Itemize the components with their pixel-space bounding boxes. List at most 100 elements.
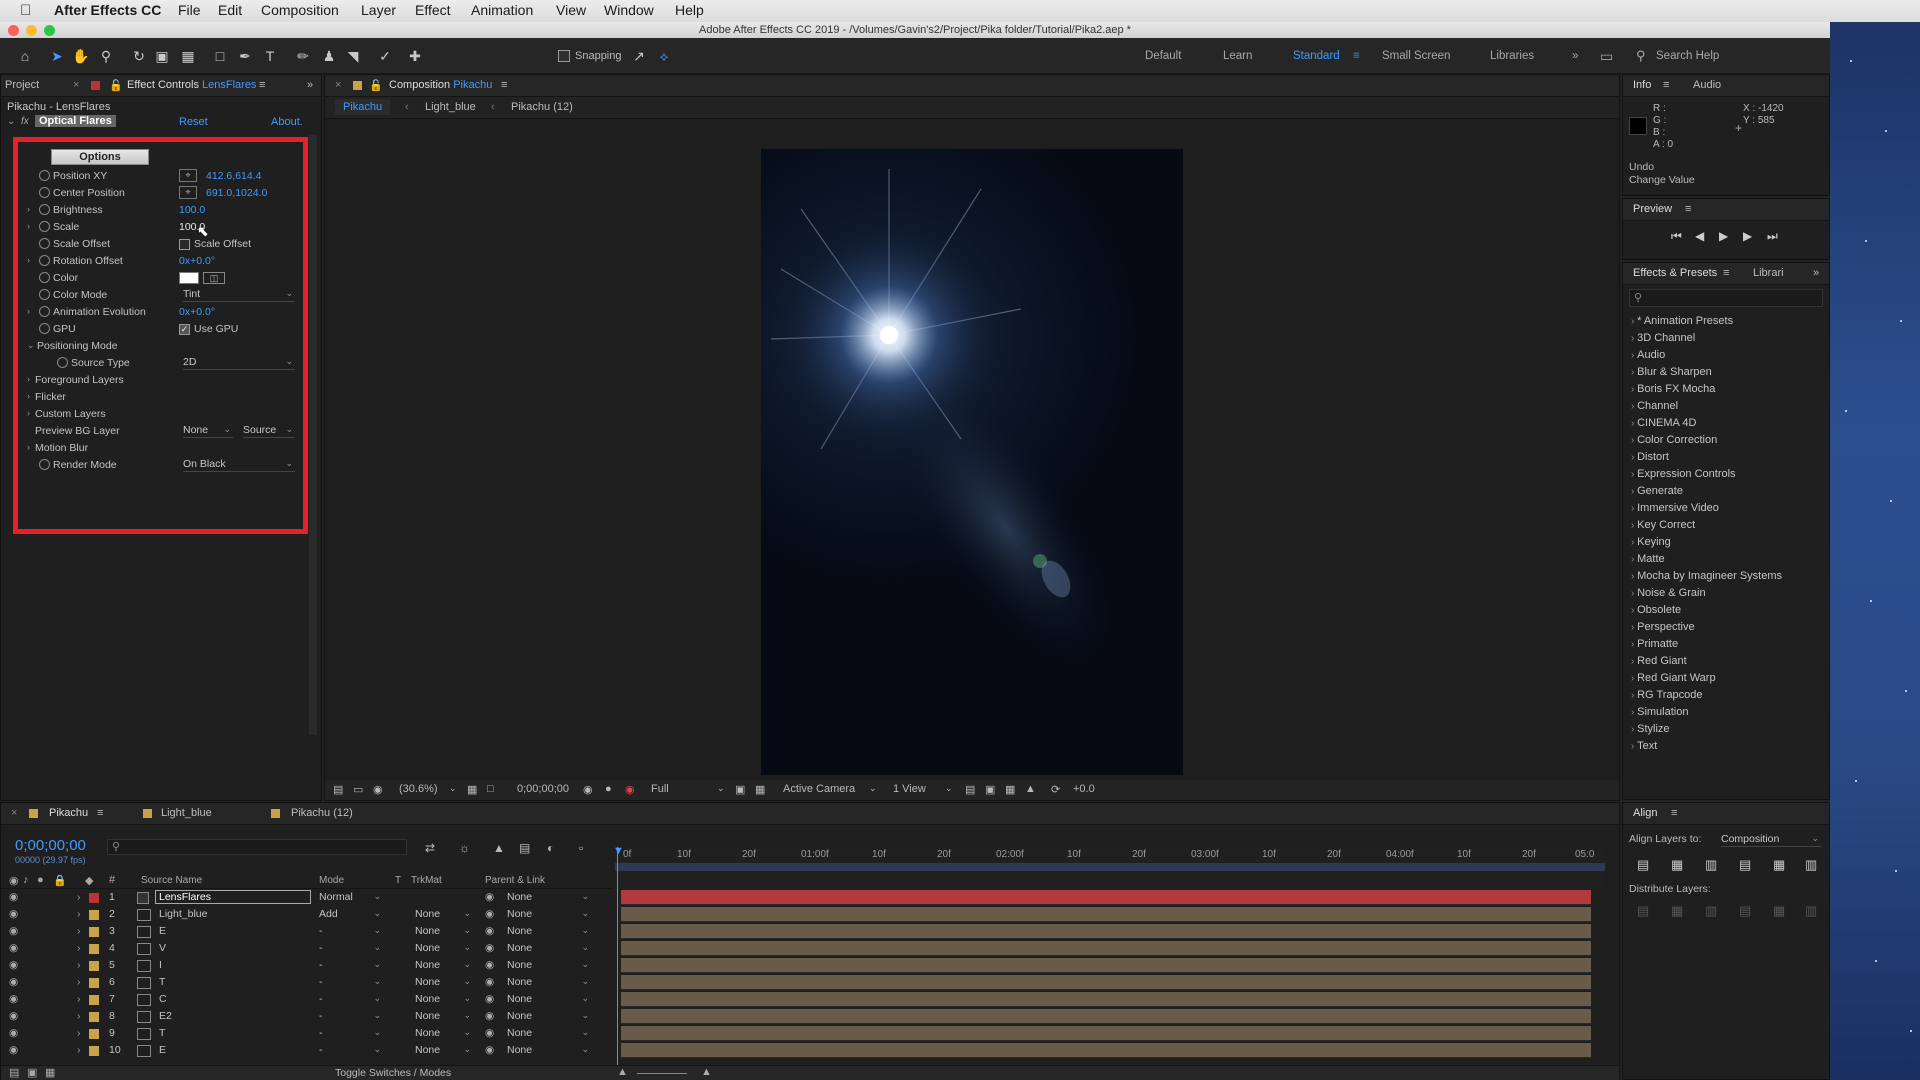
effect-category-item[interactable]: › Color Correction [1631, 434, 1717, 446]
mode-dropdown[interactable]: - ⌄ [319, 959, 381, 973]
breadcrumb-pikachu-12[interactable]: Pikachu (12) [511, 101, 573, 113]
zoom-tool-icon[interactable]: ⚲ [97, 47, 115, 65]
twirl-icon[interactable]: › [27, 442, 30, 452]
mode-header[interactable]: Mode [319, 875, 344, 886]
group-foreground-layers[interactable]: › Foreground Layers [1, 373, 301, 390]
parent-dropdown[interactable]: None ⌄ [507, 925, 589, 939]
twirl-icon[interactable]: › [77, 1010, 81, 1022]
apple-icon[interactable]:  [20, 2, 31, 19]
effect-category-item[interactable]: › Distort [1631, 451, 1669, 463]
effect-name-label[interactable]: Optical Flares [35, 115, 116, 127]
color-swatch[interactable] [179, 272, 199, 284]
pickwhip-icon[interactable]: ◉ [485, 1027, 494, 1039]
effect-category-item[interactable]: › Simulation [1631, 706, 1688, 718]
preview-bg-source-dropdown[interactable]: Source ⌄ [243, 424, 295, 438]
twirl-icon[interactable]: › [77, 942, 81, 954]
trkmat-dropdown[interactable]: None ⌄ [415, 925, 471, 939]
close-timeline-tab-icon[interactable]: × [11, 807, 17, 819]
comp-mini-flowchart-icon[interactable]: ⇄ [425, 841, 435, 855]
scale-offset-checkbox[interactable] [179, 239, 190, 250]
timeline-timecode[interactable]: 0;00;00;00 [15, 837, 86, 854]
mode-dropdown[interactable]: Add ⌄ [319, 908, 381, 922]
effect-category-item[interactable]: › Noise & Grain [1631, 587, 1706, 599]
draft-3d-icon[interactable]: ☼ [459, 841, 470, 855]
align-target-dropdown[interactable]: Composition ⌄ [1721, 833, 1821, 847]
panel-menu-icon[interactable]: ≡ [1723, 267, 1729, 279]
zoom-out-icon[interactable]: ▲ [617, 1066, 628, 1078]
twirl-icon[interactable]: › [27, 408, 30, 418]
panel-menu-icon[interactable]: ≡ [259, 79, 265, 91]
layer-bar[interactable] [621, 941, 1591, 956]
reset-button[interactable]: Reset [179, 116, 208, 128]
twirl-icon[interactable]: › [77, 891, 81, 903]
stopwatch-icon[interactable] [39, 272, 50, 283]
menu-help[interactable]: Help [675, 2, 704, 18]
parent-dropdown[interactable]: None ⌄ [507, 1044, 589, 1058]
trkmat-dropdown[interactable]: None ⌄ [415, 908, 471, 922]
mode-dropdown[interactable]: - ⌄ [319, 942, 381, 956]
current-time-display[interactable]: 0;00;00;00 [517, 783, 569, 795]
param-source-type[interactable]: Source Type 2D ⌄ [1, 356, 301, 373]
stopwatch-icon[interactable] [39, 323, 50, 334]
trkmat-dropdown[interactable]: None ⌄ [415, 959, 471, 973]
work-area-bar[interactable] [615, 863, 1605, 871]
layer-name[interactable]: I [159, 959, 162, 971]
motion-blur-icon[interactable]: ◐ [547, 841, 554, 855]
selection-tool-icon[interactable]: ➤ [48, 47, 66, 65]
eye-icon[interactable]: ◉ [9, 959, 18, 971]
twirl-icon[interactable]: › [77, 1027, 81, 1039]
param-color-mode[interactable]: Color Mode Tint ⌄ [1, 288, 301, 305]
zoom-slider[interactable] [637, 1073, 687, 1074]
param-color[interactable]: Color ◫ [1, 271, 301, 288]
twirl-icon[interactable]: › [27, 221, 30, 231]
layer-row[interactable]: ◉ › 1 LensFlares Normal ⌄ ◉ None ⌄ [1, 890, 613, 907]
stopwatch-icon[interactable] [39, 204, 50, 215]
distribute-vcenter-icon[interactable]: ▦ [1671, 903, 1683, 919]
camera-dropdown[interactable]: Active Camera [783, 783, 855, 795]
title-safe-icon[interactable]: ▦ [467, 783, 477, 796]
distribute-top-icon[interactable]: ▤ [1637, 903, 1649, 919]
pickwhip-icon[interactable]: ◉ [485, 925, 494, 937]
source-name-header[interactable]: Source Name [141, 875, 202, 886]
eye-icon[interactable]: ◉ [9, 925, 18, 937]
fast-draft-icon[interactable]: ▣ [985, 783, 995, 796]
param-gpu[interactable]: GPU ✓ Use GPU [1, 322, 301, 339]
playhead-handle-icon[interactable]: ▼ [613, 845, 624, 857]
effect-expand-icon[interactable]: ⌄ [7, 116, 15, 127]
lock-icon[interactable]: 🔓 [109, 79, 123, 92]
lock-icon[interactable]: 🔓 [369, 79, 383, 92]
layer-name[interactable]: E [159, 925, 166, 937]
param-scale-offset[interactable]: Scale Offset Scale Offset [1, 237, 301, 254]
pickwhip-icon[interactable]: ◉ [485, 993, 494, 1005]
align-hcenter-icon[interactable]: ▦ [1671, 857, 1683, 873]
view-layout-dropdown[interactable]: 1 View [893, 783, 926, 795]
time-ruler[interactable]: 0f 10f 20f 01:00f 10f 20f 02:00f 10f 20f… [615, 847, 1605, 889]
effect-category-item[interactable]: › Boris FX Mocha [1631, 383, 1715, 395]
trkmat-dropdown[interactable]: None ⌄ [415, 1044, 471, 1058]
param-render-mode[interactable]: Render Mode On Black ⌄ [1, 458, 301, 475]
menu-file[interactable]: File [178, 2, 201, 18]
menu-view[interactable]: View [556, 2, 586, 18]
twirl-icon[interactable]: › [77, 1044, 81, 1056]
parent-dropdown[interactable]: None ⌄ [507, 908, 589, 922]
clone-stamp-tool-icon[interactable]: ♟ [320, 47, 338, 65]
mode-dropdown[interactable]: - ⌄ [319, 1044, 381, 1058]
expand-panel-icon[interactable]: » [307, 79, 313, 91]
tab-libraries[interactable]: Librari [1753, 267, 1784, 279]
effect-category-item[interactable]: › Generate [1631, 485, 1683, 497]
pen-tool-icon[interactable]: ✒ [236, 47, 254, 65]
about-button[interactable]: About. [271, 116, 303, 128]
effect-category-item[interactable]: › Audio [1631, 349, 1665, 361]
source-type-dropdown[interactable]: 2D ⌄ [183, 356, 295, 370]
timeline-tab-pikachu-12[interactable]: Pikachu (12) [291, 807, 353, 819]
effect-category-item[interactable]: › Immersive Video [1631, 502, 1719, 514]
layer-bar[interactable] [621, 1043, 1591, 1058]
stopwatch-icon[interactable] [39, 187, 50, 198]
search-help-input[interactable]: Search Help [1656, 50, 1719, 62]
effect-category-item[interactable]: › CINEMA 4D [1631, 417, 1696, 429]
twirl-icon[interactable]: › [77, 925, 81, 937]
eye-icon[interactable]: ◉ [9, 1044, 18, 1056]
pickwhip-icon[interactable]: ◉ [485, 1010, 494, 1022]
menu-animation[interactable]: Animation [471, 2, 533, 18]
eyedropper-icon[interactable]: ◫ [203, 272, 225, 284]
